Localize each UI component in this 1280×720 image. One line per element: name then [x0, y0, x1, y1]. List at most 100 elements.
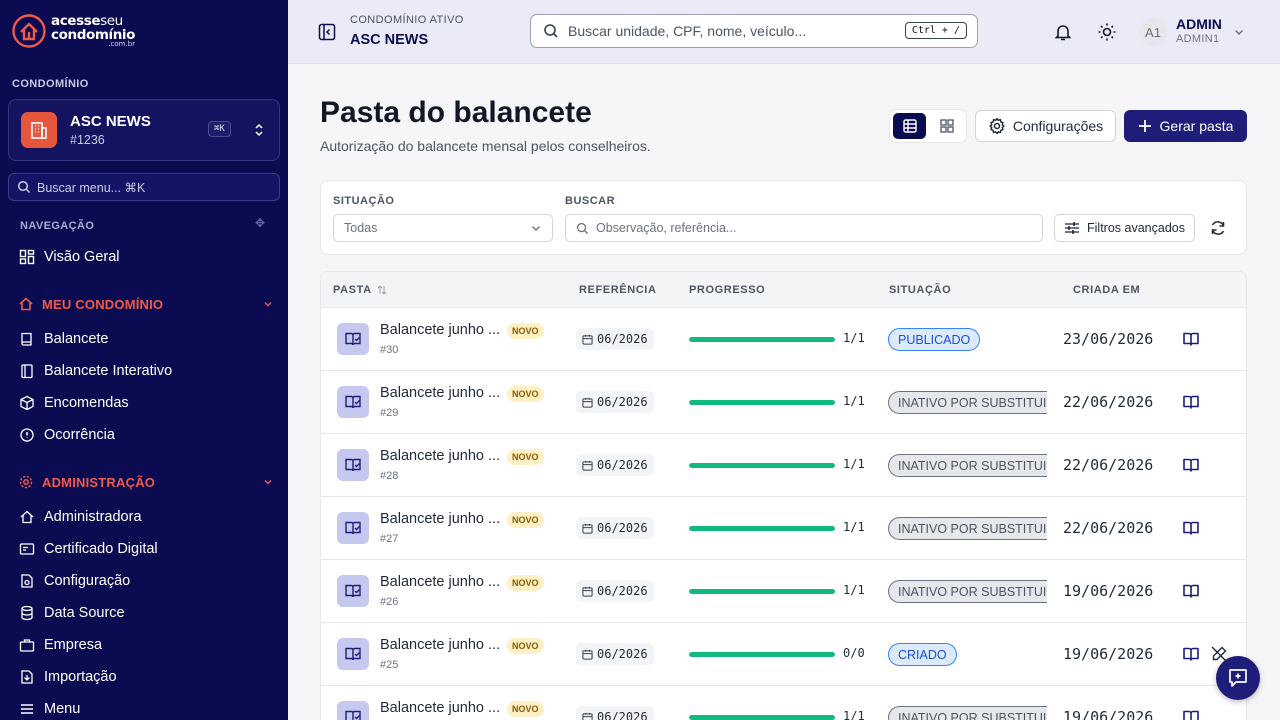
sidebar-item-menu[interactable]: Menu — [18, 698, 80, 720]
alert-icon — [18, 426, 36, 444]
refresh-icon[interactable] — [1209, 219, 1227, 237]
open-book-icon[interactable] — [1182, 645, 1200, 663]
row-reference: 06/2026 — [576, 580, 654, 602]
table-row[interactable]: Balancete junho ... NOVO #25 06/2026 0/0… — [321, 623, 1246, 686]
row-title[interactable]: Balancete junho ... — [380, 385, 504, 401]
open-book-icon[interactable] — [1182, 456, 1200, 474]
sidebar-item-encomendas[interactable]: Encomendas — [18, 392, 129, 414]
sidebar-item-overview[interactable]: Visão Geral — [18, 246, 120, 268]
sidebar-item-ocorrencia[interactable]: Ocorrência — [18, 424, 115, 446]
search-shortcut: Ctrl + / — [904, 22, 967, 39]
row-title[interactable]: Balancete junho ... — [380, 574, 504, 590]
sidebar-item-empresa[interactable]: Empresa — [18, 634, 102, 656]
progress-bar — [689, 463, 835, 468]
col-status: SITUAÇÃO — [889, 284, 952, 296]
briefcase-icon — [18, 636, 36, 654]
database-icon — [18, 604, 36, 622]
row-title[interactable]: Balancete junho ... — [380, 448, 504, 464]
open-book-icon[interactable] — [1182, 582, 1200, 600]
grid-icon — [18, 248, 36, 266]
grid-view-button[interactable] — [930, 113, 963, 139]
settings-button[interactable]: Configurações — [975, 110, 1116, 142]
table-view-button[interactable] — [893, 113, 926, 139]
row-created-date: 19/06/2026 — [1063, 582, 1154, 600]
sidebar-item-balancete-interativo[interactable]: Balancete Interativo — [18, 360, 172, 382]
table-row[interactable]: Balancete junho ... NOVO #28 06/2026 1/1… — [321, 434, 1246, 497]
package-icon — [18, 394, 36, 412]
chat-button[interactable] — [1216, 656, 1260, 700]
row-number: #25 — [380, 659, 399, 671]
global-search-input[interactable] — [568, 23, 888, 39]
open-book-icon[interactable] — [1182, 393, 1200, 411]
open-book-icon[interactable] — [1182, 330, 1200, 348]
folder-book-icon — [337, 386, 369, 418]
menu-icon — [18, 700, 36, 718]
condo-switcher[interactable]: ASC NEWS #1236 ⌘K — [8, 99, 280, 161]
menu-search-input[interactable]: Buscar menu... ⌘K — [8, 173, 280, 201]
row-number: #26 — [380, 596, 399, 608]
row-title[interactable]: Balancete junho ... — [380, 637, 504, 653]
row-reference: 06/2026 — [576, 328, 654, 350]
table-row[interactable]: Balancete junho ... NOVO #29 06/2026 1/1… — [321, 371, 1246, 434]
table-row[interactable]: Balancete junho ... NOVO 06/2026 1/1 INA… — [321, 686, 1246, 720]
chevron-down-icon — [532, 226, 540, 231]
status-badge: INATIVO POR SUBSTITUIÇÃO — [888, 454, 1047, 477]
group-meu-condominio[interactable]: MEU CONDOMÍNIO — [18, 296, 274, 312]
row-title[interactable]: Balancete junho ... — [380, 322, 504, 338]
progress-text: 0/0 — [843, 646, 865, 660]
row-title[interactable]: Balancete junho ... — [380, 700, 504, 716]
progress-text: 1/1 — [843, 583, 865, 597]
calendar-icon — [582, 586, 593, 597]
progress-fill — [689, 715, 835, 720]
book-icon — [18, 330, 36, 348]
search-icon — [576, 222, 589, 234]
row-title[interactable]: Balancete junho ... — [380, 511, 504, 527]
chevron-down-icon[interactable] — [1233, 26, 1245, 38]
user-name[interactable]: ADMIN — [1176, 16, 1222, 32]
sidebar-item-balancete[interactable]: Balancete — [18, 328, 109, 350]
status-badge: INATIVO POR SUBSTITUIÇÃO — [888, 517, 1047, 540]
row-created-date: 19/06/2026 — [1063, 645, 1154, 663]
sidebar-item-importacao[interactable]: Importação — [18, 666, 117, 688]
row-number: #29 — [380, 407, 399, 419]
progress-bar — [689, 400, 835, 405]
brand-logo[interactable]: acesseseu condomínio .com.br — [12, 14, 135, 48]
table-row[interactable]: Balancete junho ... NOVO #26 06/2026 1/1… — [321, 560, 1246, 623]
bell-icon[interactable] — [1053, 22, 1073, 42]
group-administracao[interactable]: ADMINISTRAÇÃO — [18, 474, 274, 490]
sidebar-item-certificado[interactable]: Certificado Digital — [18, 538, 158, 560]
drag-handle-icon[interactable]: ✥ — [255, 216, 265, 230]
progress-text: 1/1 — [843, 394, 865, 408]
sidebar-item-data-source[interactable]: Data Source — [18, 602, 125, 624]
open-book-icon[interactable] — [1182, 708, 1200, 720]
row-reference: 06/2026 — [576, 517, 654, 539]
row-reference: 06/2026 — [576, 391, 654, 413]
progress-text: 1/1 — [843, 331, 865, 345]
col-folder[interactable]: PASTA — [333, 284, 387, 296]
chevron-down-icon — [264, 301, 272, 307]
status-badge: PUBLICADO — [888, 328, 981, 351]
row-number: #27 — [380, 533, 399, 545]
table-row[interactable]: Balancete junho ... NOVO #30 06/2026 1/1… — [321, 308, 1246, 371]
generate-folder-button[interactable]: Gerar pasta — [1124, 110, 1247, 142]
sun-icon[interactable] — [1097, 22, 1117, 42]
import-icon — [18, 668, 36, 686]
calendar-icon — [582, 649, 593, 660]
sidebar-item-configuracao[interactable]: Configuração — [18, 570, 130, 592]
sidebar: acesseseu condomínio .com.br CONDOMÍNIO … — [0, 0, 288, 720]
folder-book-icon — [337, 701, 369, 720]
status-select[interactable]: Todas — [333, 214, 553, 242]
filter-search-input[interactable] — [596, 221, 1016, 235]
avatar[interactable]: A1 — [1139, 18, 1167, 46]
global-search[interactable]: Ctrl + / — [530, 14, 978, 48]
open-book-icon[interactable] — [1182, 519, 1200, 537]
folders-table: PASTA REFERÊNCIA PROGRESSO SITUAÇÃO CRIA… — [320, 271, 1247, 720]
progress-bar — [689, 652, 835, 657]
sidebar-item-administradora[interactable]: Administradora — [18, 506, 142, 528]
filter-search[interactable] — [565, 214, 1043, 242]
house-user-icon — [18, 508, 36, 526]
table-row[interactable]: Balancete junho ... NOVO #27 06/2026 1/1… — [321, 497, 1246, 560]
sidebar-toggle-icon[interactable] — [318, 23, 336, 41]
progress-bar — [689, 715, 835, 720]
advanced-filters-button[interactable]: Filtros avançados — [1054, 214, 1195, 242]
